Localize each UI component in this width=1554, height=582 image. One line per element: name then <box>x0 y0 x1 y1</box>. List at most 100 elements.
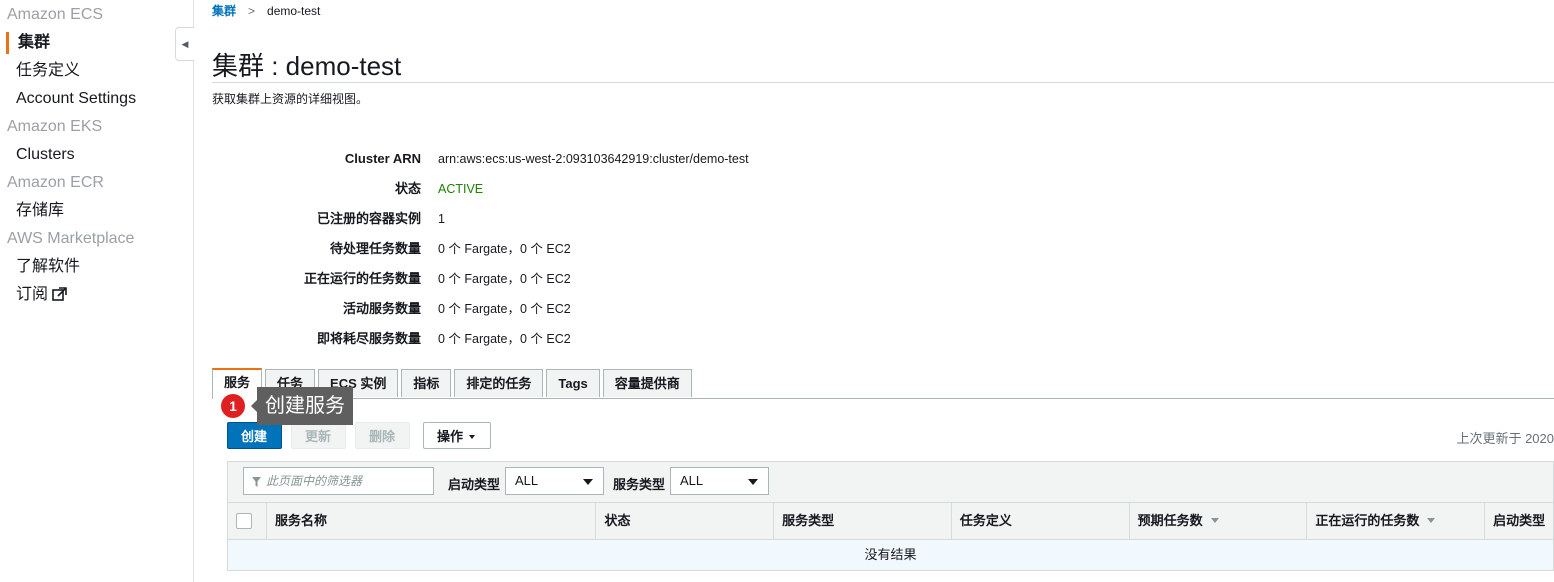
last-updated-text: 上次更新于 2020 <box>1456 431 1554 446</box>
sidebar-collapse-button[interactable]: ◀ <box>175 27 194 61</box>
detail-row: 正在运行的任务数量 0 个 Fargate，0 个 EC2 <box>212 269 912 299</box>
filter-input[interactable]: 此页面中的筛选器 <box>243 467 434 495</box>
sort-caret-icon[interactable] <box>1427 518 1436 523</box>
detail-value: 1 <box>438 212 445 226</box>
page-subtitle: 获取集群上资源的详细视图。 <box>212 92 369 106</box>
sidebar-label: Clusters <box>16 146 75 163</box>
detail-row: 待处理任务数量 0 个 Fargate，0 个 EC2 <box>212 239 912 269</box>
detail-label: 即将耗尽服务数量 <box>316 331 421 346</box>
launch-type-select[interactable]: ALL <box>505 467 604 495</box>
tab[interactable]: 排定的任务 <box>454 369 544 397</box>
breadcrumb-clusters-link[interactable]: 集群 <box>212 4 236 18</box>
select-caret-icon <box>748 479 758 485</box>
sidebar-item[interactable]: 存储库 <box>0 197 193 225</box>
sidebar-list: Amazon ECS 集群任务定义 Account Settings Amazon E… <box>0 1 193 309</box>
sidebar-item[interactable]: 了解软件 <box>0 253 193 281</box>
external-link-icon <box>52 287 67 301</box>
delete-button[interactable]: 删除 <box>355 422 410 449</box>
column-header-label: 服务名称 <box>274 513 327 528</box>
sidebar-item[interactable]: Account Settings <box>0 85 193 113</box>
cluster-details: Cluster ARN arn:aws:ecs:us-west-2:0931036… <box>212 149 912 359</box>
launch-type-label: 启动类型 <box>448 477 501 492</box>
update-button[interactable]: 更新 <box>291 422 346 449</box>
detail-label: 活动服务数量 <box>342 301 421 316</box>
select-caret-icon <box>583 479 593 485</box>
column-header[interactable]: 正在运行的任务数 <box>1306 503 1484 539</box>
launch-type-value: ALL <box>515 473 539 488</box>
services-table: 服务名称 状态 服务类型 任务定义 预期任务数 正在运行的任务数 启动类型 没有结果 <box>227 502 1554 571</box>
table-empty-row: 没有结果 <box>227 540 1554 571</box>
column-header-label: 状态 <box>604 513 631 528</box>
sidebar-item[interactable]: 订阅 <box>0 281 193 309</box>
detail-row: 即将耗尽服务数量 0 个 Fargate，0 个 EC2 <box>212 329 912 359</box>
column-header-label: 正在运行的任务数 <box>1315 513 1420 528</box>
sidebar-label: 任务定义 <box>16 62 81 79</box>
sidebar-label: Account Settings <box>16 90 137 107</box>
detail-label: 已注册的容器实例 <box>316 211 421 226</box>
detail-value: arn:aws:ecs:us-west-2:093103642919:clust… <box>438 152 749 166</box>
column-header[interactable]: 预期任务数 <box>1128 503 1307 539</box>
tooltip-step-badge: 1 <box>221 394 245 418</box>
sidebar-label: Amazon ECS <box>7 6 104 23</box>
column-header-label: 预期任务数 <box>1137 513 1203 528</box>
actions-label: 操作 <box>437 429 464 444</box>
create-button[interactable]: 创建 <box>227 422 282 449</box>
detail-value: 0 个 Fargate，0 个 EC2 <box>438 302 571 316</box>
title-divider <box>212 82 1554 83</box>
sidebar: Amazon ECS 集群任务定义 Account Settings Amazon E… <box>0 0 194 582</box>
tab[interactable]: Tags <box>546 369 600 397</box>
filter-icon <box>252 477 261 487</box>
column-header-label: 启动类型 <box>1493 513 1546 528</box>
select-all-cell <box>228 503 266 539</box>
breadcrumb-current: demo-test <box>267 4 321 18</box>
services-toolbar: 创建 更新 删除 操作 上次更新于 2020 <box>227 422 1554 452</box>
detail-row: Cluster ARN arn:aws:ecs:us-west-2:0931036… <box>212 149 912 179</box>
chevron-left-icon: ◀ <box>181 38 189 49</box>
sidebar-group-heading: Amazon EKS <box>0 113 193 141</box>
sidebar-label: AWS Marketplace <box>7 230 135 247</box>
sort-caret-icon[interactable] <box>1210 518 1219 523</box>
column-header: 服务类型 <box>773 503 951 539</box>
breadcrumb-separator: > <box>248 4 256 18</box>
detail-label: 状态 <box>394 181 421 196</box>
sidebar-group-heading: AWS Marketplace <box>0 225 193 253</box>
actions-dropdown[interactable]: 操作 <box>423 422 491 449</box>
empty-results-text: 没有结果 <box>864 547 917 562</box>
sidebar-item[interactable]: 集群 <box>0 29 193 57</box>
detail-row: 状态 ACTIVE <box>212 179 912 209</box>
sidebar-label: 集群 <box>18 34 51 51</box>
select-all-checkbox[interactable] <box>236 513 252 529</box>
tab[interactable]: 指标 <box>401 369 452 397</box>
detail-label: Cluster ARN <box>344 151 421 166</box>
column-header-label: 任务定义 <box>959 513 1012 528</box>
service-type-value: ALL <box>680 473 704 488</box>
tab[interactable]: 容量提供商 <box>602 369 692 397</box>
detail-row: 活动服务数量 0 个 Fargate，0 个 EC2 <box>212 299 912 329</box>
column-header: 启动类型 <box>1484 503 1553 539</box>
sidebar-label: 了解软件 <box>16 258 81 275</box>
detail-value: 0 个 Fargate，0 个 EC2 <box>438 272 571 286</box>
sidebar-item[interactable]: Clusters <box>0 141 193 169</box>
page-title: 集群 : demo-test <box>212 51 402 81</box>
sidebar-label: 存储库 <box>16 202 65 219</box>
column-header: 任务定义 <box>950 503 1129 539</box>
column-header: 服务名称 <box>265 503 595 539</box>
column-header: 状态 <box>595 503 773 539</box>
service-type-select[interactable]: ALL <box>670 467 769 495</box>
tooltip-create-service: 创建服务 <box>251 387 353 425</box>
sidebar-group-heading: Amazon ECR <box>0 169 193 197</box>
sidebar-item[interactable]: 任务定义 <box>0 57 193 85</box>
service-type-label: 服务类型 <box>613 477 666 492</box>
column-header-label: 服务类型 <box>782 513 835 528</box>
breadcrumb: 集群 > demo-test <box>212 2 320 19</box>
caret-down-icon <box>469 435 476 439</box>
detail-label: 正在运行的任务数量 <box>303 271 421 286</box>
cluster-tabs: 服务 任务 ECS 实例 指标 排定的任务 Tags 容量提供商 <box>212 368 1554 399</box>
filter-bar: 此页面中的筛选器 启动类型 ALL 服务类型 ALL <box>227 461 1554 502</box>
detail-label: 待处理任务数量 <box>329 241 421 256</box>
detail-row: 已注册的容器实例 1 <box>212 209 912 239</box>
sidebar-label: 订阅 <box>16 286 49 303</box>
detail-value: 0 个 Fargate，0 个 EC2 <box>438 332 571 346</box>
sidebar-group-heading: Amazon ECS <box>0 1 193 29</box>
sidebar-label: Amazon ECR <box>7 174 104 191</box>
